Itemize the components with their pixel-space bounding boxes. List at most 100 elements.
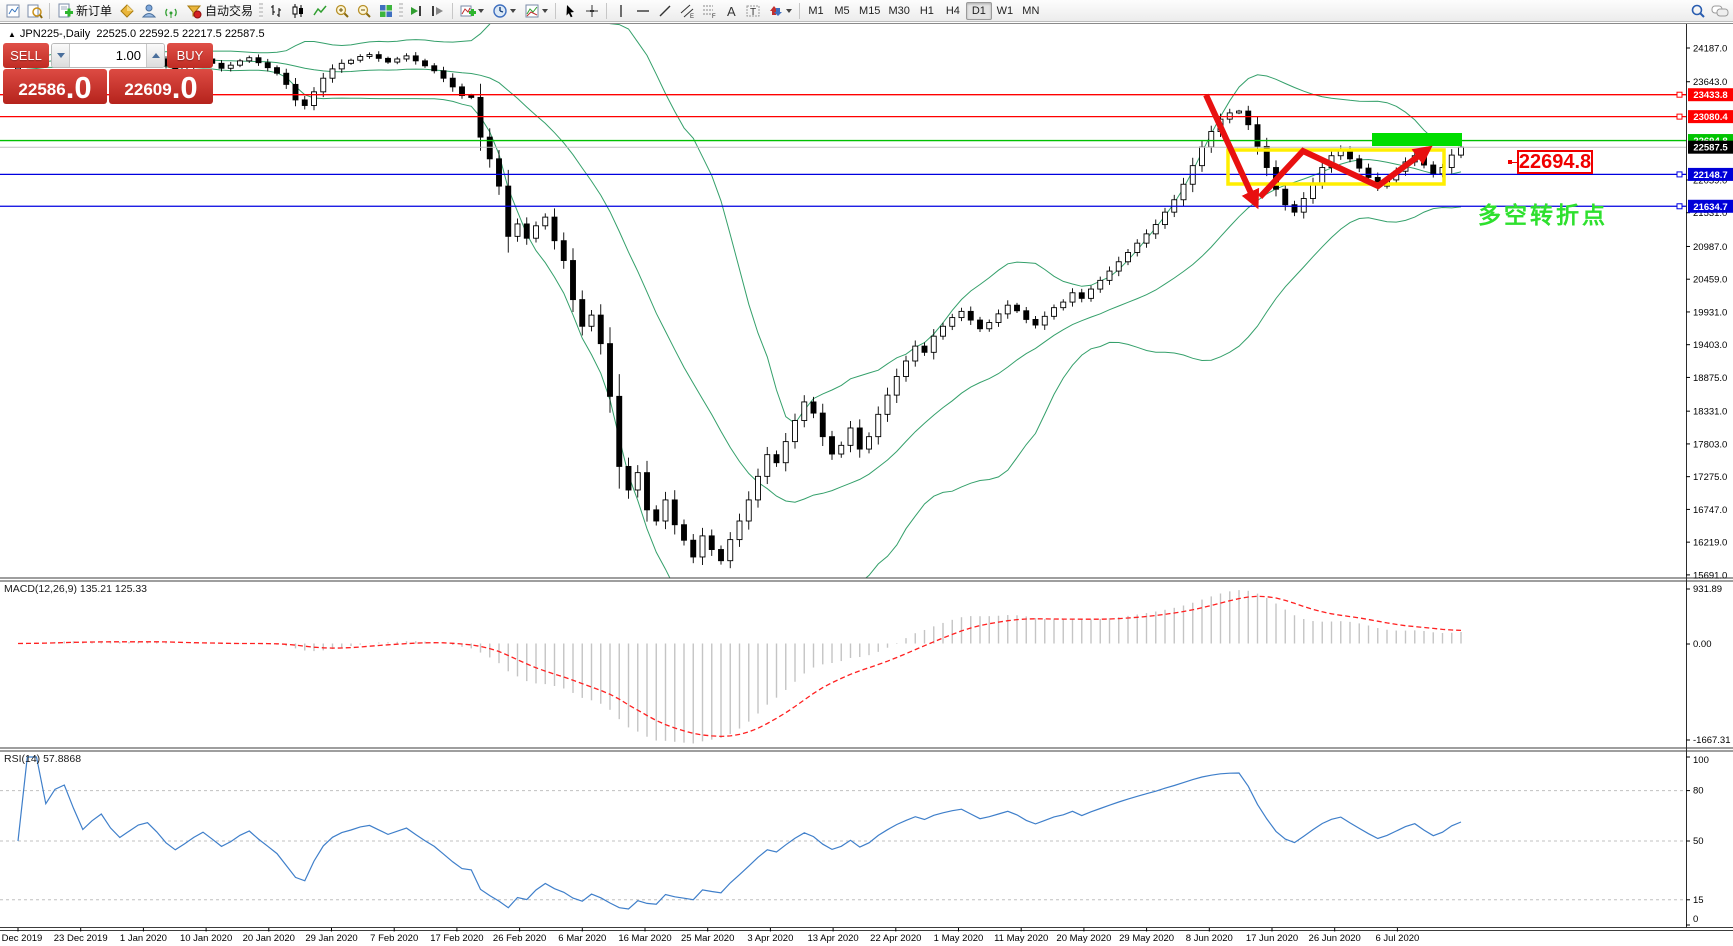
- symbol-marker-icon: ▲: [8, 30, 16, 39]
- new-order-label: 新订单: [76, 2, 112, 19]
- svg-text:26 Jun 2020: 26 Jun 2020: [1309, 933, 1361, 944]
- svg-text:13 Apr 2020: 13 Apr 2020: [807, 933, 858, 944]
- templates-icon[interactable]: [520, 1, 552, 21]
- svg-text:22 Apr 2020: 22 Apr 2020: [870, 933, 921, 944]
- autotrading-label: 自动交易: [205, 2, 253, 19]
- crosshair-icon[interactable]: [581, 1, 603, 21]
- text-icon[interactable]: A: [720, 1, 742, 21]
- signals-icon[interactable]: [138, 1, 160, 21]
- search-icon[interactable]: [1687, 1, 1709, 21]
- svg-text:20 May 2020: 20 May 2020: [1056, 933, 1111, 944]
- profiles-icon[interactable]: [24, 1, 46, 21]
- fibonacci-icon[interactable]: F: [698, 1, 720, 21]
- timeframe-m1[interactable]: M1: [803, 2, 829, 20]
- bollinger-band: [18, 22, 1461, 423]
- svg-text:23643.0: 23643.0: [1693, 77, 1727, 88]
- svg-text:A: A: [727, 4, 736, 19]
- timeframe-d1[interactable]: D1: [966, 2, 992, 20]
- svg-text:F: F: [712, 14, 716, 19]
- connection-icon[interactable]: [160, 1, 182, 21]
- candles-layer: [16, 50, 1464, 568]
- svg-text:0: 0: [1693, 914, 1698, 925]
- new-order-button[interactable]: 新订单: [53, 1, 116, 21]
- indicators-icon[interactable]: [456, 1, 488, 21]
- text-label-icon[interactable]: T: [742, 1, 764, 21]
- bollinger-band: [18, 59, 1461, 502]
- timeframe-h4[interactable]: H4: [940, 2, 966, 20]
- zoom-in-icon[interactable]: [331, 1, 353, 21]
- buy-button[interactable]: BUY: [167, 43, 213, 68]
- volume-stepper: 1.00: [51, 43, 165, 68]
- timeframe-m30[interactable]: M30: [884, 2, 913, 20]
- hline-handle[interactable]: [1677, 114, 1682, 119]
- chart-canvas[interactable]: 24187.023643.022059.021531.020987.020459…: [0, 22, 1733, 946]
- svg-text:1 May 2020: 1 May 2020: [934, 933, 984, 944]
- price-badge-22148.7: 22148.7: [1688, 168, 1733, 181]
- hline-handle[interactable]: [1677, 92, 1682, 97]
- buy-price-panel[interactable]: 22609.0: [109, 69, 213, 104]
- svg-text:26 Feb 2020: 26 Feb 2020: [493, 933, 546, 944]
- market-watch-icon[interactable]: [116, 1, 138, 21]
- svg-text:23 Dec 2019: 23 Dec 2019: [54, 933, 108, 944]
- green-rectangle[interactable]: [1372, 133, 1462, 146]
- price-badge-23433.8: 23433.8: [1688, 88, 1733, 101]
- main-plot[interactable]: [16, 22, 1464, 662]
- timeframe-h1[interactable]: H1: [914, 2, 940, 20]
- arrows-icon[interactable]: [764, 1, 796, 21]
- svg-text:100: 100: [1693, 755, 1709, 766]
- price-callout-label[interactable]: 22694.8: [1517, 150, 1593, 174]
- svg-text:T: T: [750, 7, 756, 18]
- sell-button[interactable]: SELL: [3, 43, 49, 68]
- trendline-icon[interactable]: [654, 1, 676, 21]
- timeframe-m15[interactable]: M15: [855, 2, 884, 20]
- symbol-period: JPN225-,Daily: [20, 28, 90, 40]
- periods-icon[interactable]: [488, 1, 520, 21]
- bar-chart-icon[interactable]: [265, 1, 287, 21]
- toolbar: 新订单 自动交易 E F A T M1M5M15M30H1H4D1W1MN: [0, 0, 1733, 22]
- volume-input[interactable]: 1.00: [70, 44, 146, 67]
- svg-text:-1667.31: -1667.31: [1693, 735, 1731, 746]
- annotation-note[interactable]: 多空转折点: [1478, 196, 1608, 230]
- price-badge-23080.4: 23080.4: [1688, 110, 1733, 123]
- chart-area[interactable]: 24187.023643.022059.021531.020987.020459…: [0, 22, 1733, 946]
- svg-text:80: 80: [1693, 786, 1704, 797]
- cursor-icon[interactable]: [559, 1, 581, 21]
- svg-text:10 Jan 2020: 10 Jan 2020: [180, 933, 232, 944]
- svg-text:22148.7: 22148.7: [1693, 170, 1727, 181]
- tile-windows-icon[interactable]: [375, 1, 397, 21]
- equidistant-channel-icon[interactable]: E: [676, 1, 698, 21]
- sell-price-panel[interactable]: 22586.0: [3, 69, 107, 104]
- new-chart-icon[interactable]: [2, 1, 24, 21]
- candlestick-chart-icon[interactable]: [287, 1, 309, 21]
- svg-text:1 Jan 2020: 1 Jan 2020: [120, 933, 167, 944]
- svg-text:3 Dec 2019: 3 Dec 2019: [0, 933, 42, 944]
- svg-text:18331.0: 18331.0: [1693, 407, 1727, 418]
- volume-increase-button[interactable]: [146, 44, 164, 67]
- svg-text:50: 50: [1693, 836, 1704, 847]
- hline-handle[interactable]: [1677, 204, 1682, 209]
- ohlc-values: 22525.0 22592.5 22217.5 22587.5: [96, 28, 264, 40]
- svg-text:17275.0: 17275.0: [1693, 472, 1727, 483]
- svg-text:16219.0: 16219.0: [1693, 538, 1727, 549]
- timeframe-mn[interactable]: MN: [1018, 2, 1044, 20]
- volume-decrease-button[interactable]: [52, 44, 70, 67]
- svg-text:22587.5: 22587.5: [1693, 143, 1728, 154]
- svg-text:20459.0: 20459.0: [1693, 275, 1727, 286]
- rsi-line: [18, 757, 1461, 909]
- svg-text:19931.0: 19931.0: [1693, 307, 1727, 318]
- svg-text:7 Feb 2020: 7 Feb 2020: [370, 933, 418, 944]
- auto-scroll-icon[interactable]: [405, 1, 427, 21]
- zoom-out-icon[interactable]: [353, 1, 375, 21]
- hline-handle[interactable]: [1677, 172, 1682, 177]
- timeframe-m5[interactable]: M5: [829, 2, 855, 20]
- vertical-line-icon[interactable]: [610, 1, 632, 21]
- horizontal-line-icon[interactable]: [632, 1, 654, 21]
- svg-text:29 May 2020: 29 May 2020: [1119, 933, 1174, 944]
- line-chart-icon[interactable]: [309, 1, 331, 21]
- autotrading-button[interactable]: 自动交易: [182, 1, 257, 21]
- chat-icon[interactable]: [1709, 1, 1731, 21]
- timeframe-w1[interactable]: W1: [992, 2, 1018, 20]
- rsi-label: RSI(14) 57.8868: [4, 753, 81, 765]
- chart-shift-icon[interactable]: [427, 1, 449, 21]
- svg-text:15: 15: [1693, 895, 1704, 906]
